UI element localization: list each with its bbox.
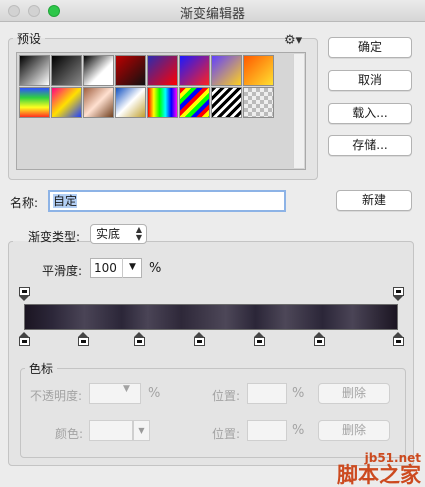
preset-swatch[interactable]	[179, 55, 210, 86]
preset-swatch[interactable]	[19, 55, 50, 86]
ok-button[interactable]: 确定	[328, 37, 412, 58]
preset-swatch[interactable]	[115, 87, 146, 118]
preset-swatch-grid	[19, 55, 274, 118]
preset-swatch[interactable]	[51, 55, 82, 86]
smoothness-unit: %	[149, 261, 162, 276]
color-stop[interactable]	[78, 332, 90, 346]
window-title: 渐变编辑器	[179, 7, 245, 22]
chevron-down-icon[interactable]: ▼	[122, 258, 142, 278]
color-stop[interactable]	[254, 332, 266, 346]
opacity-stop[interactable]	[18, 287, 30, 301]
color-stop[interactable]	[392, 332, 404, 346]
title-bar: 渐变编辑器	[0, 0, 425, 22]
opacity-stop[interactable]	[392, 287, 404, 301]
color-delete-button[interactable]: 删除	[318, 420, 390, 441]
opacity-unit: %	[148, 386, 161, 401]
preset-swatch[interactable]	[243, 87, 274, 118]
color-stop[interactable]	[18, 332, 30, 346]
preset-swatch[interactable]	[115, 55, 146, 86]
smoothness-label: 平滑度:	[42, 264, 83, 278]
preset-swatch[interactable]	[211, 87, 242, 118]
gradient-type-label: 渐变类型:	[28, 230, 81, 244]
preset-swatch[interactable]	[243, 55, 274, 86]
opacity-location-unit: %	[292, 386, 305, 401]
gradient-type-select[interactable]: 实底 ▲ ▼	[90, 224, 147, 244]
gear-icon[interactable]: ⚙▾	[284, 33, 302, 48]
new-button[interactable]: 新建	[336, 190, 412, 211]
save-button[interactable]: 存储...	[328, 135, 412, 156]
name-input[interactable]: 自定	[48, 190, 286, 212]
presets-label: 预设	[17, 32, 42, 46]
preset-swatch[interactable]	[19, 87, 50, 118]
stops-group: 色标	[20, 360, 406, 458]
gradient-preview-bar[interactable]	[24, 304, 398, 330]
name-label: 名称:	[10, 196, 39, 210]
chevron-down-icon[interactable]: ▼	[133, 420, 150, 441]
color-location-input[interactable]	[247, 420, 287, 441]
color-label: 颜色:	[55, 427, 84, 441]
load-button[interactable]: 载入...	[328, 103, 412, 124]
preset-swatch[interactable]	[147, 87, 178, 118]
chevron-down-icon: ▼	[123, 384, 130, 394]
color-location-unit: %	[292, 423, 305, 438]
gradient-type-value: 实底	[96, 227, 121, 241]
preset-swatch[interactable]	[179, 87, 210, 118]
preset-swatch[interactable]	[83, 55, 114, 86]
opacity-label: 不透明度:	[30, 389, 83, 403]
name-input-value: 自定	[53, 194, 78, 208]
opacity-location-label: 位置:	[212, 389, 241, 403]
preset-swatch[interactable]	[147, 55, 178, 86]
color-stop[interactable]	[194, 332, 206, 346]
preset-swatch[interactable]	[51, 87, 82, 118]
color-stop[interactable]	[313, 332, 325, 346]
stops-group-label: 色标	[29, 362, 54, 376]
watermark-text: 脚本之家	[337, 462, 421, 487]
opacity-input[interactable]	[89, 383, 141, 404]
preset-swatch[interactable]	[83, 87, 114, 118]
preset-swatch[interactable]	[211, 55, 242, 86]
preset-scrollbar[interactable]	[293, 54, 304, 168]
opacity-location-input[interactable]	[247, 383, 287, 404]
color-swatch[interactable]	[89, 420, 133, 441]
chevron-updown-icon: ▲ ▼	[135, 225, 142, 242]
color-location-label: 位置:	[212, 427, 241, 441]
opacity-delete-button[interactable]: 删除	[318, 383, 390, 404]
cancel-button[interactable]: 取消	[328, 70, 412, 91]
preset-swatch-list	[16, 52, 306, 170]
color-stop[interactable]	[134, 332, 146, 346]
watermark: jb51.net 脚本之家	[337, 452, 421, 485]
